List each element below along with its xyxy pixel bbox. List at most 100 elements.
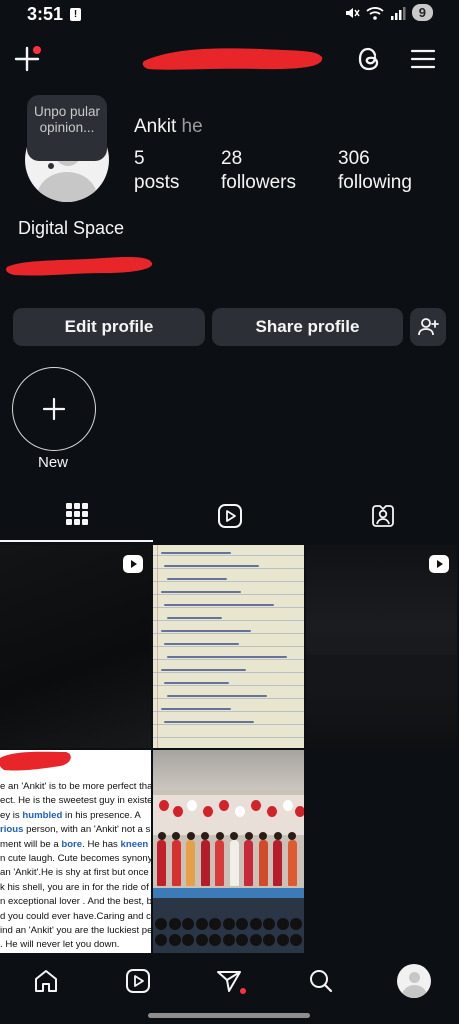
grid-post-5[interactable] <box>153 750 304 953</box>
handwriting-stroke <box>167 617 222 619</box>
text-post-body: e an 'Ankit' is to be more perfect than e… <box>0 780 151 953</box>
handwriting-stroke <box>161 708 231 710</box>
grid-post-2[interactable] <box>153 545 304 748</box>
battery-indicator: 9 <box>411 4 433 21</box>
audience-head <box>249 934 262 946</box>
threads-icon[interactable] <box>354 44 384 74</box>
alert-icon: ! <box>70 8 81 21</box>
profile-username: Ankit he <box>134 116 203 138</box>
text-post-line: ey is humbled in his presence. A <box>0 809 151 823</box>
dark-scene <box>306 655 457 695</box>
home-indicator[interactable] <box>148 1013 310 1018</box>
audience-head <box>276 934 289 946</box>
following-label: following <box>338 172 412 193</box>
text-post-line: d you could ever have.Caring and cut <box>0 910 151 924</box>
handwriting-stroke <box>161 552 231 554</box>
grid-post-4[interactable]: e an 'Ankit' is to be more perfect than e… <box>0 750 151 953</box>
audience-head <box>263 934 275 946</box>
person-head <box>201 832 209 840</box>
balloon <box>251 800 261 811</box>
text-span: k his shell, you are in for the ride of … <box>0 881 151 893</box>
reel-badge-icon <box>429 555 449 573</box>
posts-count: 5 <box>134 148 145 169</box>
audience-head <box>195 934 208 946</box>
handwriting-stroke <box>167 695 267 697</box>
stat-posts[interactable]: 5 posts <box>134 147 179 195</box>
search-icon <box>310 970 333 993</box>
event-ceiling <box>153 750 304 790</box>
nav-reels[interactable] <box>123 966 153 996</box>
note-bubble-tail <box>48 163 54 169</box>
handwriting-stroke <box>164 604 274 606</box>
audience-head <box>263 918 275 930</box>
person-figure <box>200 840 210 886</box>
balloon <box>203 806 213 817</box>
audience-head <box>222 934 235 946</box>
nav-search[interactable] <box>306 966 336 996</box>
status-time: 3:51 <box>27 4 64 24</box>
avatar-body <box>402 985 427 998</box>
text-post-line: k his shell, you are in for the ride of … <box>0 881 151 895</box>
balloon <box>235 806 245 817</box>
followers-count: 28 <box>221 148 243 169</box>
grid-post-1[interactable] <box>0 545 151 748</box>
person-figure <box>186 840 195 886</box>
balloon <box>219 800 229 811</box>
person-head <box>259 832 267 840</box>
notebook-rule <box>153 698 304 699</box>
text-post-line: ment will be a bore. He has kneen eye <box>0 838 151 852</box>
edit-profile-button[interactable]: Edit profile <box>13 308 205 346</box>
handwriting-stroke <box>161 591 241 593</box>
person-head <box>288 832 296 840</box>
posts-label: posts <box>134 172 180 193</box>
person-head <box>172 832 180 840</box>
notebook-rule <box>153 607 304 608</box>
tab-tagged[interactable] <box>306 497 459 543</box>
notebook-rule <box>153 581 304 582</box>
text-post-line: ect. He is the sweetest guy in existence <box>0 794 151 808</box>
notebook-rule <box>153 659 304 660</box>
notebook-rule <box>153 594 304 595</box>
handwriting-stroke <box>164 721 254 723</box>
plus-icon <box>42 397 66 421</box>
stat-following[interactable]: 306 following <box>338 147 412 195</box>
wifi-icon <box>366 6 384 20</box>
grid-icon <box>65 503 88 525</box>
nav-profile-avatar[interactable] <box>397 964 431 998</box>
notebook-rule <box>153 555 304 556</box>
grid-post-3[interactable] <box>306 545 457 748</box>
audience-head <box>290 934 302 946</box>
note-bubble[interactable]: Unpo pular opinion... <box>27 95 107 161</box>
handwriting-stroke <box>167 656 287 658</box>
person-head <box>244 832 253 840</box>
redaction-mark <box>6 256 153 276</box>
notebook-rule <box>153 620 304 621</box>
person-figure <box>171 840 181 886</box>
create-plus-icon[interactable] <box>14 45 42 73</box>
new-highlight-button[interactable] <box>12 367 96 451</box>
handwriting-stroke <box>161 630 251 632</box>
notebook-rule <box>153 711 304 712</box>
nav-home[interactable] <box>31 966 61 996</box>
tagged-icon <box>371 505 394 527</box>
discover-people-button[interactable] <box>410 308 446 346</box>
notebook-rule <box>153 724 304 725</box>
menu-icon[interactable] <box>410 48 436 70</box>
reel-badge-icon <box>123 555 143 573</box>
tab-reels[interactable] <box>153 497 306 543</box>
text-span: ect. He is the sweetest guy in existence <box>0 795 151 807</box>
balloon <box>267 806 277 817</box>
stat-followers[interactable]: 28 followers <box>221 147 296 195</box>
text-span: in his presence. A <box>62 809 141 821</box>
audience-head <box>182 918 194 930</box>
notebook-rule <box>153 685 304 686</box>
mute-icon <box>345 7 360 18</box>
tab-posts-grid[interactable] <box>0 497 153 543</box>
share-profile-button[interactable]: Share profile <box>212 308 403 346</box>
text-span: an 'Ankit'.He is shy at first but once u <box>0 867 151 879</box>
notebook-rule <box>153 646 304 647</box>
audience-head <box>182 934 194 946</box>
text-span: . He will never let you down. <box>0 939 120 951</box>
audience-head <box>222 918 235 930</box>
notebook-rule <box>153 672 304 673</box>
